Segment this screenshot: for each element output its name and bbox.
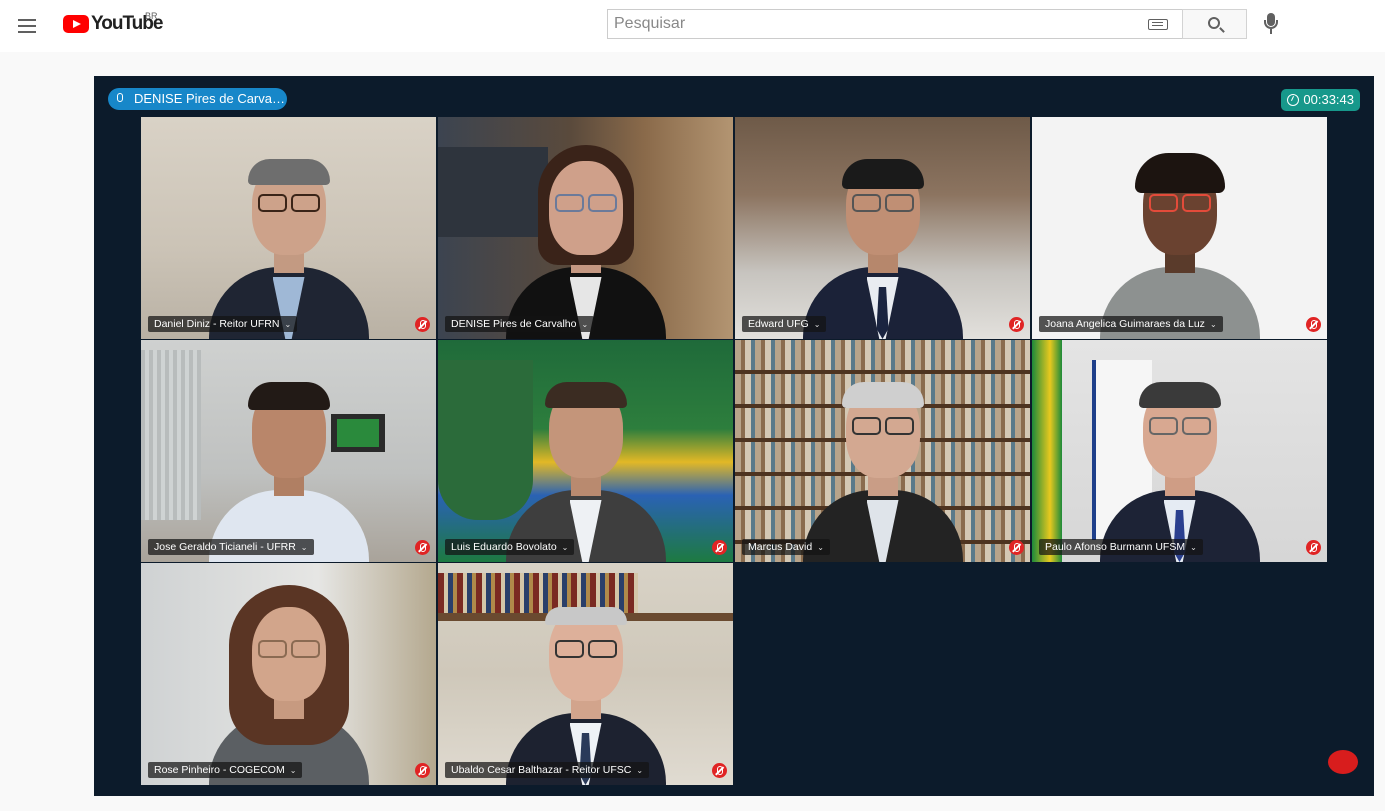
participant-tile: Luis Eduardo Bovolato ⌄ xyxy=(438,340,733,562)
call-timer: 00:33:43 xyxy=(1281,89,1360,111)
youtube-header: YouTube BR xyxy=(0,0,1385,52)
participant-name: Daniel Diniz - Reitor UFRN ⌄ xyxy=(148,316,298,332)
chevron-down-icon: ⌄ xyxy=(289,766,297,775)
participant-name: Jose Geraldo Ticianeli - UFRR ⌄ xyxy=(148,539,314,555)
chevron-down-icon: ⌄ xyxy=(1209,320,1217,329)
muted-mic-icon xyxy=(1306,540,1321,555)
muted-mic-icon xyxy=(712,763,727,778)
muted-mic-icon xyxy=(1009,540,1024,555)
muted-mic-icon xyxy=(1009,317,1024,332)
andifes-logo xyxy=(1324,750,1362,780)
play-icon xyxy=(63,15,89,33)
clock-icon xyxy=(1287,94,1300,106)
participant-tile: Jose Geraldo Ticianeli - UFRR ⌄ xyxy=(141,340,436,562)
participant-tile: Ubaldo Cesar Balthazar - Reitor UFSC ⌄ xyxy=(438,563,733,785)
menu-icon[interactable] xyxy=(15,14,39,38)
participant-tile: Joana Angelica Guimaraes da Luz ⌄ xyxy=(1032,117,1327,339)
participant-name: Edward UFG ⌄ xyxy=(742,316,827,332)
chevron-down-icon: ⌄ xyxy=(636,766,644,775)
participant-name: DENISE Pires de Carvalho ⌄ xyxy=(445,316,595,332)
participant-name: Joana Angelica Guimaraes da Luz ⌄ xyxy=(1039,316,1223,332)
muted-mic-icon xyxy=(415,763,430,778)
muted-mic-icon xyxy=(712,540,727,555)
video-player[interactable]: DENISE Pires de Carvalho 00:33:43 Daniel… xyxy=(94,76,1374,796)
timer-value: 00:33:43 xyxy=(1303,92,1354,107)
participant-tile: Paulo Afonso Burmann UFSM ⌄ xyxy=(1032,340,1327,562)
chevron-down-icon: ⌄ xyxy=(813,320,821,329)
chevron-down-icon: ⌄ xyxy=(581,320,589,329)
search-box xyxy=(607,9,1183,39)
search-icon xyxy=(1208,17,1220,29)
participant-name: Rose Pinheiro - COGECOM ⌄ xyxy=(148,762,303,778)
participant-tile: Edward UFG ⌄ xyxy=(735,117,1030,339)
mic-icon xyxy=(117,93,123,102)
region-label: BR xyxy=(145,11,158,21)
search-input[interactable] xyxy=(608,10,1182,38)
mic-icon[interactable] xyxy=(1260,12,1282,36)
chevron-down-icon: ⌄ xyxy=(284,320,292,329)
participant-tile: Marcus David ⌄ xyxy=(735,340,1030,562)
participant-name: Marcus David ⌄ xyxy=(742,539,830,555)
search-button[interactable] xyxy=(1182,9,1247,39)
muted-mic-icon xyxy=(415,317,430,332)
participant-name: Luis Eduardo Bovolato ⌄ xyxy=(445,539,575,555)
muted-mic-icon xyxy=(415,540,430,555)
youtube-logo[interactable]: YouTube BR xyxy=(63,11,163,35)
participant-name: Ubaldo Cesar Balthazar - Reitor UFSC ⌄ xyxy=(445,762,650,778)
keyboard-icon[interactable] xyxy=(1148,19,1168,30)
muted-mic-icon xyxy=(1306,317,1321,332)
chevron-down-icon: ⌄ xyxy=(1190,543,1197,552)
participant-name: Paulo Afonso Burmann UFSM ⌄ xyxy=(1039,539,1203,555)
chevron-down-icon: ⌄ xyxy=(300,543,308,552)
participant-tile-active: DENISE Pires de Carvalho ⌄ xyxy=(438,117,733,339)
participant-tile: Rose Pinheiro - COGECOM ⌄ xyxy=(141,563,436,785)
active-speaker-pill: DENISE Pires de Carvalho xyxy=(108,88,287,110)
active-speaker-name: DENISE Pires de Carvalho xyxy=(134,91,287,106)
participant-tile: Daniel Diniz - Reitor UFRN ⌄ xyxy=(141,117,436,339)
chevron-down-icon: ⌄ xyxy=(817,543,824,552)
chevron-down-icon: ⌄ xyxy=(561,543,569,552)
